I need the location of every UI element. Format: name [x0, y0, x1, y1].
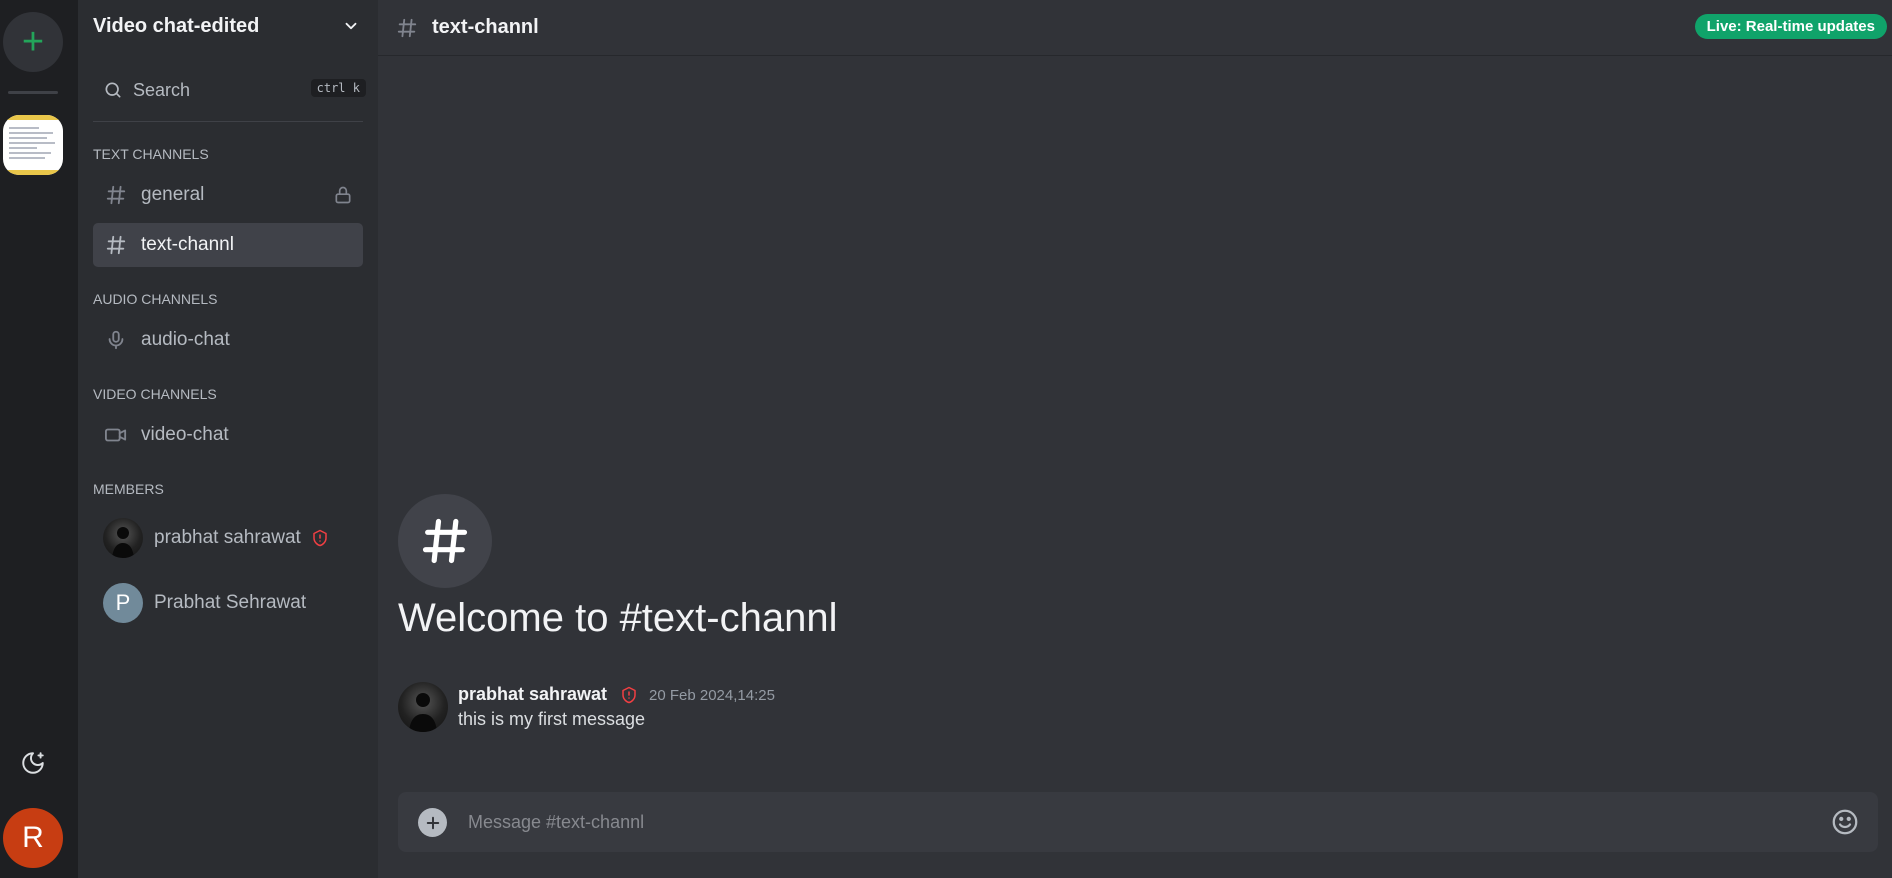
search-icon: [103, 80, 123, 100]
section-text-channels: TEXT CHANNELS: [93, 146, 209, 162]
message-avatar[interactable]: [398, 682, 448, 732]
section-members: MEMBERS: [93, 481, 164, 497]
video-camera-icon: [103, 422, 129, 448]
user-avatar-button[interactable]: R: [3, 808, 63, 868]
hashtag-icon: [103, 182, 129, 208]
channel-label: audio-chat: [141, 329, 230, 350]
member-item[interactable]: P Prabhat Sehrawat: [103, 580, 363, 626]
channel-audio-chat[interactable]: audio-chat: [93, 318, 363, 362]
search-label: Search: [133, 79, 191, 100]
server-icon[interactable]: [3, 115, 63, 175]
member-avatar: [103, 518, 143, 558]
channel-header: text-channl Live: Real-time updates: [378, 0, 1892, 56]
member-name: prabhat sahrawat: [154, 527, 301, 548]
hashtag-icon: [396, 17, 418, 39]
server-rail: + R: [0, 0, 78, 878]
channel-general[interactable]: general: [93, 173, 363, 217]
server-name: Video chat-edited: [93, 14, 260, 37]
channel-video-chat[interactable]: video-chat: [93, 413, 363, 457]
plus-icon: +: [21, 21, 45, 63]
emoji-icon[interactable]: [1830, 807, 1860, 837]
channel-label: text-channl: [141, 234, 234, 255]
message-input[interactable]: [468, 804, 1768, 840]
hashtag-icon: [103, 232, 129, 258]
message-timestamp: 20 Feb 2024,14:25: [649, 687, 775, 704]
channel-label: video-chat: [141, 424, 229, 445]
member-name: Prabhat Sehrawat: [154, 592, 307, 613]
user-avatar-initial: R: [22, 821, 44, 854]
lock-icon: [333, 185, 353, 205]
live-status-badge: Live: Real-time updates: [1694, 14, 1887, 39]
chevron-down-icon: [342, 17, 360, 35]
message-composer: [398, 792, 1878, 852]
section-video-channels: VIDEO CHANNELS: [93, 386, 217, 402]
channel-label: general: [141, 184, 205, 205]
theme-toggle-button[interactable]: [14, 744, 52, 782]
channel-text-channl[interactable]: text-channl: [93, 223, 363, 267]
shield-alert-icon: [620, 686, 638, 704]
member-avatar: P: [103, 583, 143, 623]
member-item[interactable]: prabhat sahrawat: [103, 515, 363, 561]
add-server-button[interactable]: +: [3, 12, 63, 72]
welcome-hashtag-icon: [398, 494, 492, 588]
search-button[interactable]: Search ctrl k: [93, 72, 373, 108]
welcome-title: Welcome to #text-channl: [398, 596, 838, 640]
microphone-icon: [103, 327, 129, 353]
server-header[interactable]: Video chat-edited: [78, 0, 378, 52]
search-shortcut: ctrl k: [310, 79, 366, 97]
shortcut-key: k: [352, 81, 360, 95]
channel-sidebar: Video chat-edited Search ctrl k TEXT CHA…: [78, 0, 378, 878]
rail-separator: [8, 91, 58, 94]
message-item: prabhat sahrawat 20 Feb 2024,14:25 this …: [398, 682, 1598, 734]
message-author[interactable]: prabhat sahrawat: [458, 684, 607, 705]
moon-stars-icon: [20, 750, 46, 776]
shield-alert-icon: [311, 529, 329, 547]
sidebar-divider: [93, 121, 363, 122]
message-text: this is my first message: [458, 709, 646, 729]
attach-plus-button[interactable]: [418, 808, 447, 837]
section-audio-channels: AUDIO CHANNELS: [93, 291, 218, 307]
channel-title: text-channl: [432, 16, 539, 38]
shortcut-ctrl: ctrl: [316, 81, 346, 95]
